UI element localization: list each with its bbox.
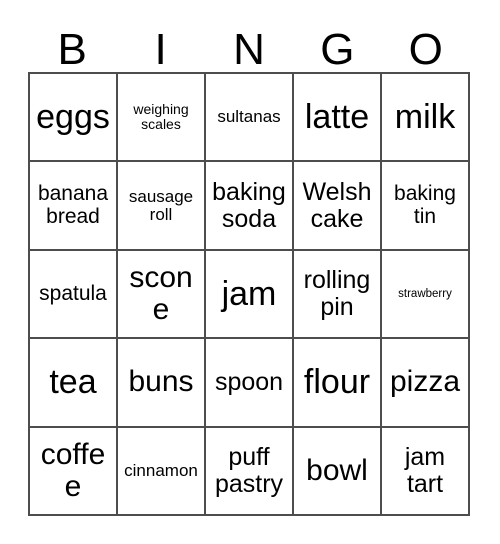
bingo-cell-label: eggs <box>36 98 110 137</box>
bingo-cell-r5c4[interactable]: bowl <box>294 427 382 516</box>
bingo-cell-label: strawberry <box>398 287 452 300</box>
header-letter-b: B <box>57 25 87 74</box>
bingo-card: B I N G O eggs weighing scales sultanas … <box>0 0 500 544</box>
bingo-cell-label: scone <box>129 261 193 326</box>
bingo-cell-r5c1[interactable]: coffee <box>30 427 118 516</box>
bingo-cell-r3c5[interactable]: strawberry <box>382 250 470 340</box>
bingo-cell-label: Welsh cake <box>302 178 372 233</box>
bingo-cell-label: tea <box>49 363 97 402</box>
bingo-cell-label: jam tart <box>404 443 446 498</box>
bingo-cell-label: bowl <box>306 453 368 487</box>
bingo-cell-label: milk <box>394 98 456 137</box>
bingo-cell-label: spoon <box>214 368 284 397</box>
bingo-cell-label: sausage roll <box>128 186 194 224</box>
bingo-cell-r3c2[interactable]: scone <box>118 250 206 340</box>
bingo-cell-r4c2[interactable]: buns <box>118 339 206 428</box>
bingo-cell-label: jam <box>221 274 277 313</box>
header-letter-o: O <box>408 25 443 74</box>
bingo-cell-r4c1[interactable]: tea <box>30 339 118 428</box>
bingo-cell-r5c3[interactable]: puff pastry <box>206 427 294 516</box>
bingo-cell-r2c5[interactable]: baking tin <box>382 162 470 251</box>
bingo-cell-label: weighing scales <box>133 101 189 133</box>
bingo-cell-r2c1[interactable]: banana bread <box>30 162 118 251</box>
bingo-cell-r5c2[interactable]: cinnamon <box>118 427 206 516</box>
bingo-cell-label: baking tin <box>394 182 456 228</box>
bingo-cell-label: banana bread <box>37 182 109 228</box>
bingo-cell-label: coffee <box>40 438 106 503</box>
bingo-cell-label: puff pastry <box>214 443 284 498</box>
header-letter-n: N <box>233 25 265 74</box>
bingo-cell-r5c5[interactable]: jam tart <box>382 427 470 516</box>
bingo-cell-r3c3[interactable]: jam <box>206 250 294 340</box>
bingo-cell-r4c3[interactable]: spoon <box>206 339 294 428</box>
bingo-cell-r2c2[interactable]: sausage roll <box>118 162 206 251</box>
bingo-cell-r1c2[interactable]: weighing scales <box>118 74 206 163</box>
bingo-grid: eggs weighing scales sultanas latte milk… <box>28 72 470 516</box>
bingo-cell-r3c1[interactable]: spatula <box>30 250 118 340</box>
bingo-cell-label: buns <box>128 365 194 399</box>
bingo-cell-r4c4[interactable]: flour <box>294 339 382 428</box>
bingo-cell-label: sultanas <box>217 107 281 127</box>
bingo-cell-label: spatula <box>39 281 107 305</box>
bingo-cell-r1c1[interactable]: eggs <box>30 74 118 163</box>
header-letter-g: G <box>320 25 355 74</box>
bingo-cell-label: flour <box>303 363 371 402</box>
bingo-cell-r2c4[interactable]: Welsh cake <box>294 162 382 251</box>
bingo-cell-r2c3[interactable]: baking soda <box>206 162 294 251</box>
bingo-cell-label: baking soda <box>212 178 286 233</box>
bingo-cell-r1c3[interactable]: sultanas <box>206 74 294 163</box>
bingo-cell-r3c4[interactable]: rolling pin <box>294 250 382 340</box>
bingo-cell-r4c5[interactable]: pizza <box>382 339 470 428</box>
bingo-cell-r1c5[interactable]: milk <box>382 74 470 163</box>
bingo-header-row: B I N G O <box>28 18 470 72</box>
bingo-cell-label: cinnamon <box>124 460 198 480</box>
header-letter-i: I <box>154 25 167 74</box>
bingo-cell-label: pizza <box>389 365 461 399</box>
bingo-cell-r1c4[interactable]: latte <box>294 74 382 163</box>
bingo-cell-label: rolling pin <box>303 266 371 321</box>
bingo-cell-label: latte <box>304 98 370 137</box>
